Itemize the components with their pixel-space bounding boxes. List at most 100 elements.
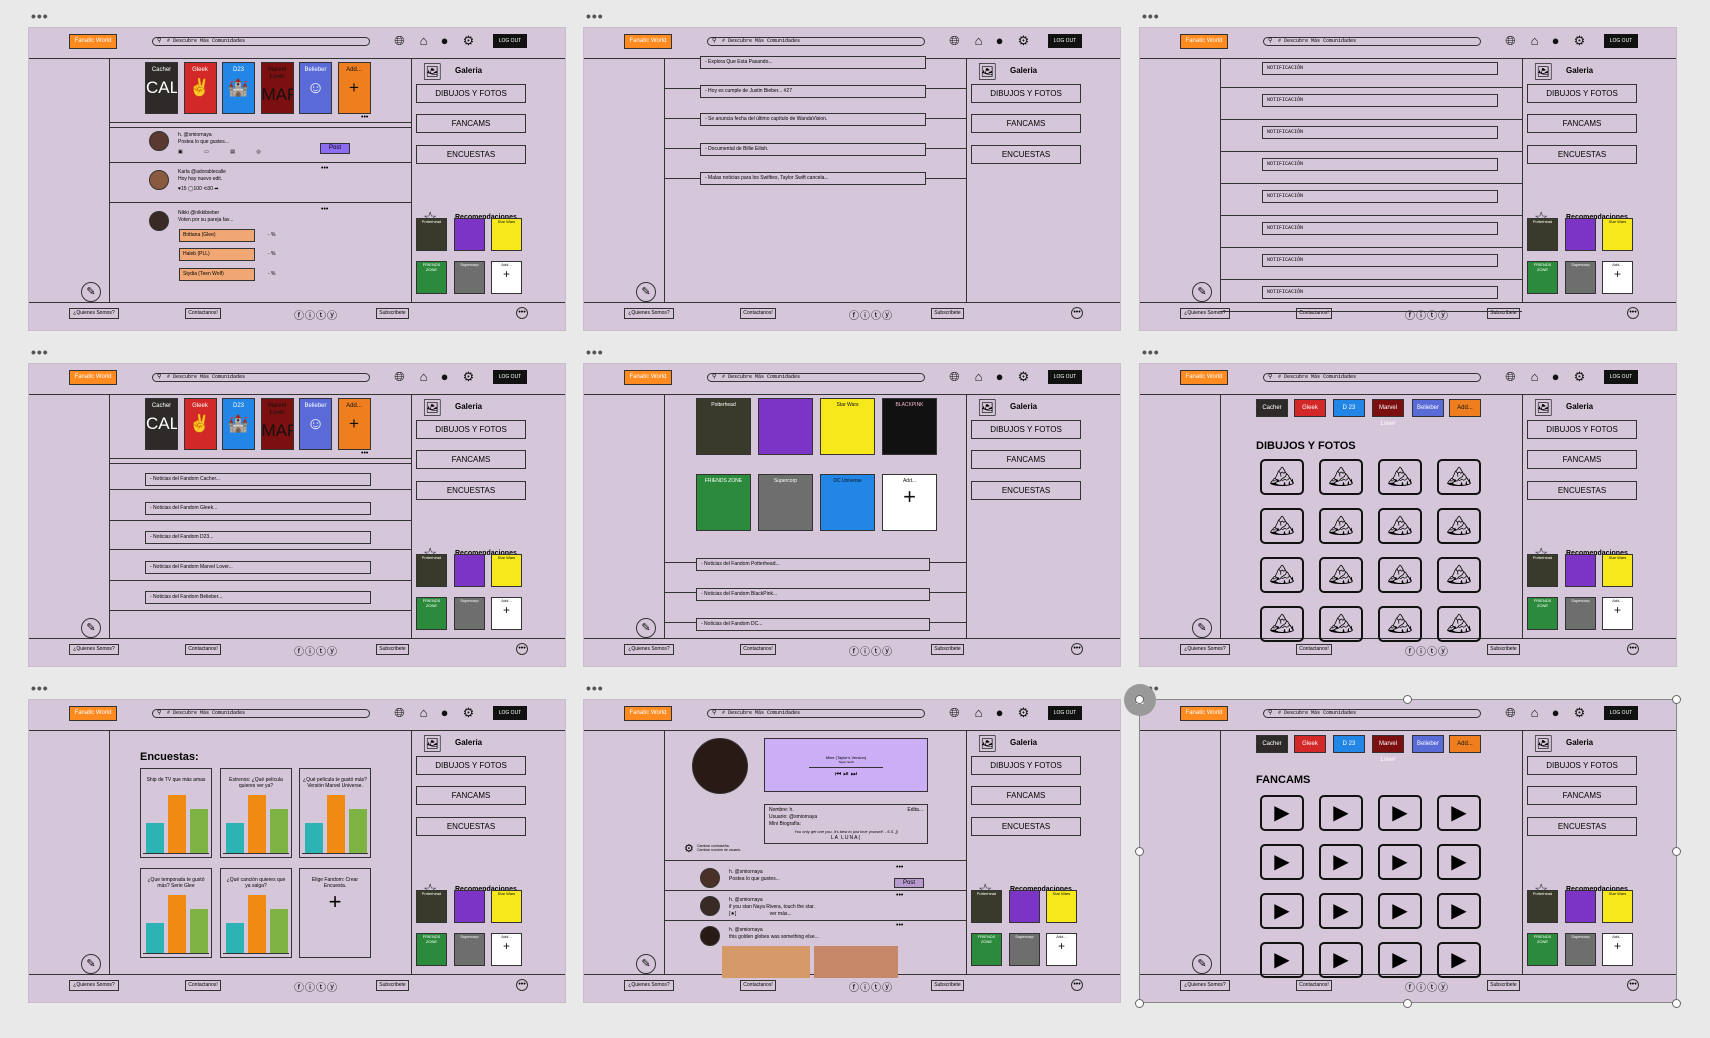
- gear-icon[interactable]: ⚙: [461, 705, 476, 720]
- profile-icon[interactable]: ●: [437, 33, 452, 48]
- resize-handle[interactable]: [1403, 695, 1412, 704]
- drawings-button[interactable]: DIBUJOS Y FOTOS: [416, 420, 526, 439]
- compose-pencil-icon[interactable]: ✎: [81, 618, 101, 638]
- home-icon[interactable]: ⌂: [416, 369, 431, 384]
- post-stats[interactable]: ♥15 ◯100 ⟲30 ➦: [178, 186, 226, 193]
- social-icons[interactable]: ⓕⓘⓣⓨ: [849, 307, 893, 322]
- polls-button[interactable]: ENCUESTAS: [1527, 145, 1637, 164]
- recommended-fandom-tile[interactable]: FRIENDS ZONE: [416, 933, 447, 966]
- community-tile[interactable]: Add... +: [337, 62, 371, 114]
- contact-button[interactable]: Contactanos!: [185, 308, 221, 319]
- brand-logo[interactable]: Fanatic World: [69, 34, 117, 49]
- brand-logo[interactable]: Fanatic World: [69, 370, 117, 385]
- logout-button[interactable]: LOG OUT: [493, 370, 527, 384]
- recommended-fandom-tile[interactable]: FRIENDS ZONE: [971, 933, 1002, 966]
- logout-button[interactable]: LOG OUT: [1048, 706, 1082, 720]
- recommended-fandom-tile[interactable]: Star Wars: [1602, 218, 1633, 251]
- wireframe-frame[interactable]: Fanatic World ⚲ # Descubre Más Comunidade…: [28, 699, 566, 1003]
- gear-icon[interactable]: ⚙: [1016, 33, 1031, 48]
- community-tile[interactable]: Marvel Lover MARVEL: [260, 398, 294, 450]
- brand-logo[interactable]: Fanatic World: [69, 706, 117, 721]
- poll-option[interactable]: Stydia (Teen Wolf): [179, 268, 255, 281]
- fancams-button[interactable]: FANCAMS: [416, 450, 526, 469]
- image-icon[interactable]: 🏔︎: [1319, 557, 1363, 593]
- search-bar[interactable]: ⚲ # Descubre Más Comunidades: [707, 37, 925, 46]
- image-icon[interactable]: 🏔︎: [1437, 606, 1481, 642]
- about-us-button[interactable]: ¿Quienes Somos?: [69, 644, 119, 655]
- fandom-tile[interactable]: Supercorp: [758, 474, 813, 531]
- logout-button[interactable]: LOG OUT: [1604, 370, 1638, 384]
- post-button[interactable]: Post: [320, 143, 350, 154]
- fancams-button[interactable]: FANCAMS: [416, 114, 526, 133]
- globe-icon[interactable]: 🌐︎: [947, 33, 962, 48]
- post-composer[interactable]: h. @smiornaya Postea lo que gustes... ▣ ▭ …: [178, 132, 271, 156]
- fandom-tile[interactable]: FRIENDS ZONE: [696, 474, 751, 531]
- about-us-button[interactable]: ¿Quienes Somos?: [624, 644, 674, 655]
- contact-button[interactable]: Contactanos!: [740, 308, 776, 319]
- resize-handle[interactable]: [1135, 999, 1144, 1008]
- resize-handle[interactable]: [1672, 999, 1681, 1008]
- more-icon[interactable]: •••: [361, 450, 368, 457]
- community-tile[interactable]: Gleek ✌: [183, 62, 217, 114]
- logout-button[interactable]: LOG OUT: [1048, 370, 1082, 384]
- polls-button[interactable]: ENCUESTAS: [416, 817, 526, 836]
- frame-menu-icon[interactable]: •••: [31, 8, 49, 24]
- notification-item[interactable]: NOTIFICACIÓN: [1262, 254, 1498, 267]
- image-icon[interactable]: 🏔︎: [1437, 508, 1481, 544]
- social-icons[interactable]: ⓕⓘⓣⓨ: [1405, 643, 1449, 658]
- wireframe-frame[interactable]: Fanatic World ⚲ # Descubre Más Comunidade…: [583, 27, 1121, 331]
- poll-option[interactable]: Haleb (PLL): [179, 248, 255, 261]
- notification-item[interactable]: NOTIFICACIÓN: [1262, 158, 1498, 171]
- news-item[interactable]: - Noticias del Fandom Potterhead...: [696, 558, 930, 571]
- resize-handle[interactable]: [1672, 847, 1681, 856]
- poll-card[interactable]: ¿Qué película te gustó más? Versión Marv…: [299, 768, 371, 858]
- compose-pencil-icon[interactable]: ✎: [636, 954, 656, 974]
- social-icons[interactable]: ⓕⓘⓣⓨ: [1405, 307, 1449, 322]
- news-item[interactable]: - Documental de Billie Eilish.: [700, 143, 926, 156]
- fancams-button[interactable]: FANCAMS: [416, 786, 526, 805]
- recommended-fandom-tile[interactable]: [454, 218, 485, 251]
- more-options-icon[interactable]: •••: [1071, 307, 1083, 319]
- profile-icon[interactable]: ●: [437, 705, 452, 720]
- wireframe-frame[interactable]: Fanatic World ⚲ # Descubre Más Comunidade…: [28, 27, 566, 331]
- community-tile[interactable]: D23 🏰: [222, 398, 255, 450]
- recommended-fandom-tile[interactable]: FRIENDS ZONE: [416, 597, 447, 630]
- home-icon[interactable]: ⌂: [1527, 369, 1542, 384]
- poll-card[interactable]: Estrenos: ¿Qué película quieres ver ya?: [220, 768, 292, 858]
- drawings-button[interactable]: DIBUJOS Y FOTOS: [971, 84, 1081, 103]
- more-options-icon[interactable]: •••: [516, 307, 528, 319]
- fancams-button[interactable]: FANCAMS: [1527, 450, 1637, 469]
- fandom-tile[interactable]: [758, 398, 813, 455]
- recommended-fandom-tile[interactable]: FRIENDS ZONE: [1527, 597, 1558, 630]
- compose-pencil-icon[interactable]: ✎: [636, 282, 656, 302]
- recommended-fandom-tile[interactable]: Potterhead: [416, 890, 447, 923]
- contact-button[interactable]: Contactanos!: [1296, 644, 1332, 655]
- recommended-fandom-tile[interactable]: [1565, 554, 1596, 587]
- brand-logo[interactable]: Fanatic World: [624, 370, 672, 385]
- search-bar[interactable]: ⚲ # Descubre Más Comunidades: [152, 709, 370, 718]
- image-icon[interactable]: 🏔︎: [1260, 557, 1304, 593]
- music-player[interactable]: Mine (Taylor's Version) Taylor Swift ⏮ ⏯…: [764, 738, 928, 792]
- community-tile[interactable]: D23 🏰: [222, 62, 255, 114]
- recommended-fandom-tile[interactable]: FRIENDS ZONE: [416, 261, 447, 294]
- wireframe-frame[interactable]: Fanatic World ⚲ # Descubre Más Comunidade…: [1139, 363, 1677, 667]
- logout-button[interactable]: LOG OUT: [1048, 34, 1082, 48]
- post-photo[interactable]: [722, 946, 810, 978]
- resize-handle[interactable]: [1135, 695, 1144, 704]
- logout-button[interactable]: LOG OUT: [493, 706, 527, 720]
- subscribe-button[interactable]: Subscribete: [376, 980, 409, 991]
- image-icon[interactable]: 🏔︎: [1319, 508, 1363, 544]
- community-tile[interactable]: Belieber ☺: [299, 62, 332, 114]
- recommended-fandom-tile[interactable]: Add... +: [491, 597, 522, 630]
- notification-item[interactable]: NOTIFICACIÓN: [1262, 286, 1498, 299]
- attach-icons[interactable]: ▣ ▭ ▤ ◎: [178, 149, 271, 156]
- contact-button[interactable]: Contactanos!: [1296, 308, 1332, 319]
- drawings-button[interactable]: DIBUJOS Y FOTOS: [416, 756, 526, 775]
- community-pill[interactable]: Add...: [1449, 399, 1481, 417]
- poll-card[interactable]: ¿Qué canción quieres que ya salga?: [220, 868, 292, 958]
- community-tile[interactable]: Belieber ☺: [299, 398, 332, 450]
- settings-gear-icon[interactable]: ⚙: [684, 842, 694, 855]
- globe-icon[interactable]: 🌐︎: [392, 705, 407, 720]
- recommended-fandom-tile[interactable]: [1565, 218, 1596, 251]
- resize-handle[interactable]: [1403, 999, 1412, 1008]
